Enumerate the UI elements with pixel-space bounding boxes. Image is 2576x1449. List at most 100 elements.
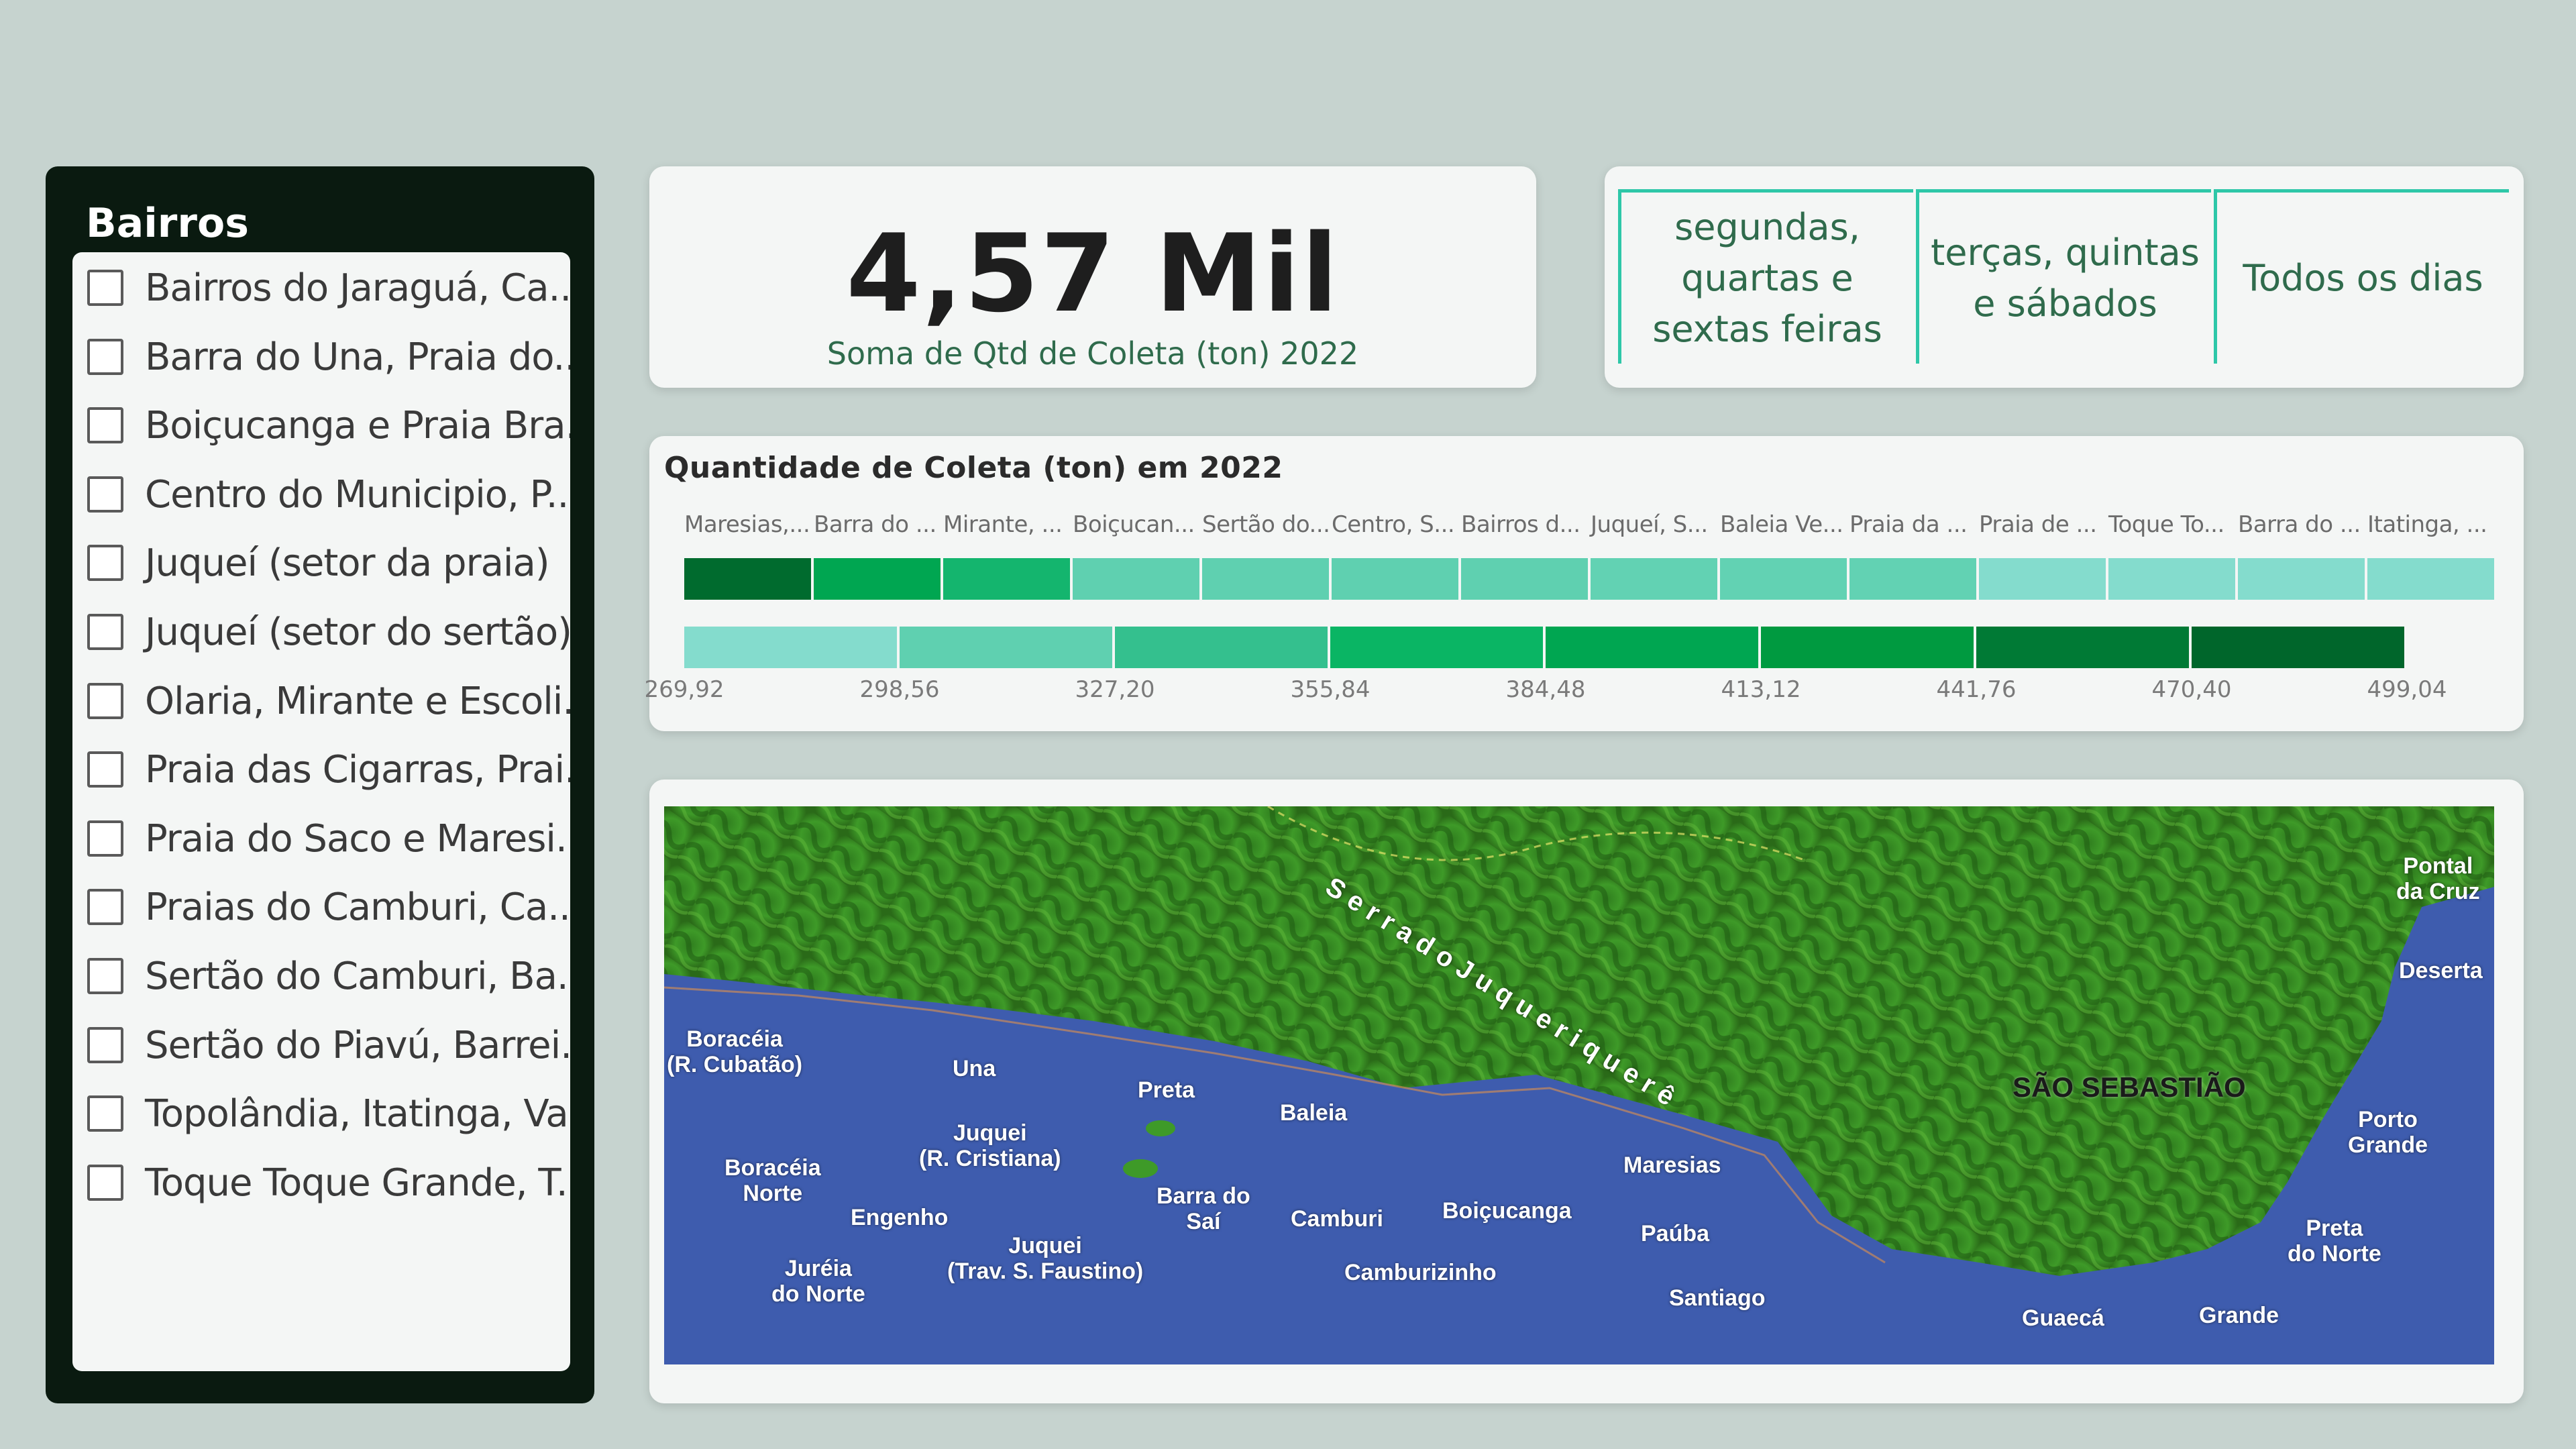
map-label-camburi: Camburi — [1291, 1206, 1383, 1232]
legend-tick-label: 413,12 — [1721, 676, 1801, 703]
checkbox[interactable] — [87, 476, 123, 513]
heatmap-cell[interactable] — [2238, 558, 2367, 600]
heatmap-cell[interactable] — [1332, 558, 1461, 600]
map-label-grande: Grande — [2199, 1303, 2279, 1328]
map-label-boraceia-norte: Boracéia Norte — [724, 1155, 821, 1206]
checkbox[interactable] — [87, 614, 123, 650]
checkbox[interactable] — [87, 751, 123, 788]
heatmap-category-label: Itatinga, ... — [2367, 511, 2487, 538]
day-button-tue-thu-sat[interactable]: terças, quintas e sábados — [1916, 189, 2211, 364]
checkbox[interactable] — [87, 889, 123, 925]
heatmap-category-label: Barra do ... — [814, 511, 936, 538]
slicer-item-label: Juqueí (setor do sertão) — [145, 610, 570, 654]
checkbox[interactable] — [87, 407, 123, 443]
map-card: Boracéia (R. Cubatão) Una Boracéia Norte… — [649, 780, 2524, 1403]
map-label-santiago: Santiago — [1669, 1285, 1766, 1311]
map-label-preta: Preta — [1138, 1077, 1195, 1103]
slicer-list[interactable]: Bairros do Jaraguá, Ca... Barra do Una, … — [72, 252, 570, 1371]
heatmap-cell[interactable] — [684, 558, 814, 600]
map-label-juquei-faustino: Juquei (Trav. S. Faustino) — [947, 1233, 1144, 1284]
slicer-item[interactable]: Juqueí (setor da praia) — [87, 533, 570, 593]
heatmap-cell[interactable] — [2367, 558, 2497, 600]
slicer-item[interactable]: Praia do Saco e Maresi... — [87, 808, 570, 869]
map-label-barra-sai: Barra do Saí — [1157, 1183, 1250, 1234]
map-label-boraceia-cubatao: Boracéia (R. Cubatão) — [667, 1026, 803, 1077]
day-button-every-day[interactable]: Todos os dias — [2214, 189, 2509, 364]
checkbox[interactable] — [87, 545, 123, 581]
heatmap-cell[interactable] — [1202, 558, 1332, 600]
heatmap-category-label: Barra do ... — [2238, 511, 2361, 538]
heatmap-cell[interactable] — [1591, 558, 1720, 600]
day-button-mon-wed-fri[interactable]: segundas, quartas e sextas feiras — [1618, 189, 1913, 364]
heatmap-cell[interactable] — [1849, 558, 1979, 600]
heatmap-cell[interactable] — [2108, 558, 2238, 600]
map-label-boicucanga: Boiçucanga — [1442, 1198, 1572, 1224]
legend-tick-label: 499,04 — [2367, 676, 2447, 703]
heatmap-category-label: Sertão do... — [1202, 511, 1330, 538]
slicer-item[interactable]: Topolândia, Itatinga, Va... — [87, 1083, 570, 1144]
slicer-item[interactable]: Olaria, Mirante e Escoli... — [87, 671, 570, 731]
heatmap-category-label: Juqueí, S... — [1591, 511, 1708, 538]
heatmap-cell[interactable] — [1720, 558, 1849, 600]
map-label-juquei-cristiana: Juquei (R. Cristiana) — [919, 1120, 1061, 1171]
map-label-porto-grande: Porto Grande — [2348, 1107, 2428, 1158]
slicer-item[interactable]: Sertão do Piavú, Barrei... — [87, 1015, 570, 1075]
legend-tick-label: 269,92 — [644, 676, 724, 703]
legend-tick-label: 441,76 — [1936, 676, 2017, 703]
legend-color-bin — [2192, 627, 2407, 668]
heatmap-cell[interactable] — [1979, 558, 2108, 600]
slicer-item-label: Olaria, Mirante e Escoli... — [145, 679, 570, 723]
slicer-item-label: Praia das Cigarras, Prai... — [145, 747, 570, 792]
map-label-camburizinho: Camburizinho — [1344, 1260, 1497, 1285]
slicer-item-label: Sertão do Camburi, Ba... — [145, 954, 570, 998]
slicer-item-label: Bairros do Jaraguá, Ca... — [145, 266, 570, 310]
kpi-value: 4,57 Mil — [846, 211, 1340, 336]
heatmap-category-label: Mirante, ... — [943, 511, 1063, 538]
bairros-slicer: Bairros Bairros do Jaraguá, Ca... Barra … — [46, 166, 594, 1403]
slicer-item[interactable]: Bairros do Jaraguá, Ca... — [87, 258, 570, 318]
slicer-item[interactable]: Barra do Una, Praia do... — [87, 327, 570, 387]
map-label-pauba: Paúba — [1641, 1221, 1710, 1246]
map-label-deserta: Deserta — [2399, 958, 2483, 983]
slicer-item-label: Praias do Camburi, Ca... — [145, 885, 570, 929]
map-label-sao-sebastiao: SÃO SEBASTIÃO — [2012, 1071, 2246, 1103]
heatmap-cell[interactable] — [943, 558, 1073, 600]
map-label-pontal-cruz: Pontal da Cruz — [2396, 853, 2480, 904]
map-label-jureia-norte: Juréia do Norte — [771, 1256, 865, 1307]
map-label-guaeca: Guaecá — [2022, 1305, 2104, 1331]
slicer-item[interactable]: Sertão do Camburi, Ba... — [87, 946, 570, 1006]
heatmap-card: Quantidade de Coleta (ton) em 2022 Mares… — [645, 436, 2524, 731]
slicer-item[interactable]: Juqueí (setor do sertão) — [87, 602, 570, 662]
checkbox[interactable] — [87, 1095, 123, 1132]
checkbox[interactable] — [87, 820, 123, 857]
slicer-item-label: Sertão do Piavú, Barrei... — [145, 1023, 570, 1067]
legend-color-bin — [1761, 627, 1976, 668]
slicer-item-label: Barra do Una, Praia do... — [145, 335, 570, 379]
map-label-una: Una — [953, 1056, 996, 1081]
heatmap-title: Quantidade de Coleta (ton) em 2022 — [664, 451, 1283, 485]
heatmap-cell[interactable] — [814, 558, 943, 600]
checkbox[interactable] — [87, 270, 123, 306]
slicer-item[interactable]: Boiçucanga e Praia Bra... — [87, 395, 570, 455]
heatmap-cell[interactable] — [1461, 558, 1591, 600]
slicer-item-label: Topolândia, Itatinga, Va... — [145, 1091, 570, 1136]
slicer-item[interactable]: Praias do Camburi, Ca... — [87, 877, 570, 937]
checkbox[interactable] — [87, 683, 123, 719]
slicer-item[interactable]: Praia das Cigarras, Prai... — [87, 739, 570, 800]
slicer-item[interactable]: Centro do Municipio, P... — [87, 464, 570, 525]
heatmap-category-label: Toque To... — [2108, 511, 2224, 538]
legend-tick-label: 384,48 — [1505, 676, 1586, 703]
checkbox[interactable] — [87, 1027, 123, 1063]
heatmap-category-label: Maresias,... — [684, 511, 810, 538]
checkbox[interactable] — [87, 958, 123, 994]
checkbox[interactable] — [87, 1165, 123, 1201]
checkbox[interactable] — [87, 339, 123, 375]
legend-tick-label: 470,40 — [2151, 676, 2232, 703]
coast-map-image: Boracéia (R. Cubatão) Una Boracéia Norte… — [664, 806, 2494, 1364]
slicer-item-label: Juqueí (setor da praia) — [145, 541, 550, 585]
legend-tick-label: 355,84 — [1290, 676, 1371, 703]
map-label-baleia: Baleia — [1280, 1100, 1348, 1126]
heatmap-cell[interactable] — [1073, 558, 1202, 600]
slicer-item[interactable]: Toque Toque Grande, T... — [87, 1152, 570, 1213]
map-label-engenho: Engenho — [851, 1205, 949, 1230]
